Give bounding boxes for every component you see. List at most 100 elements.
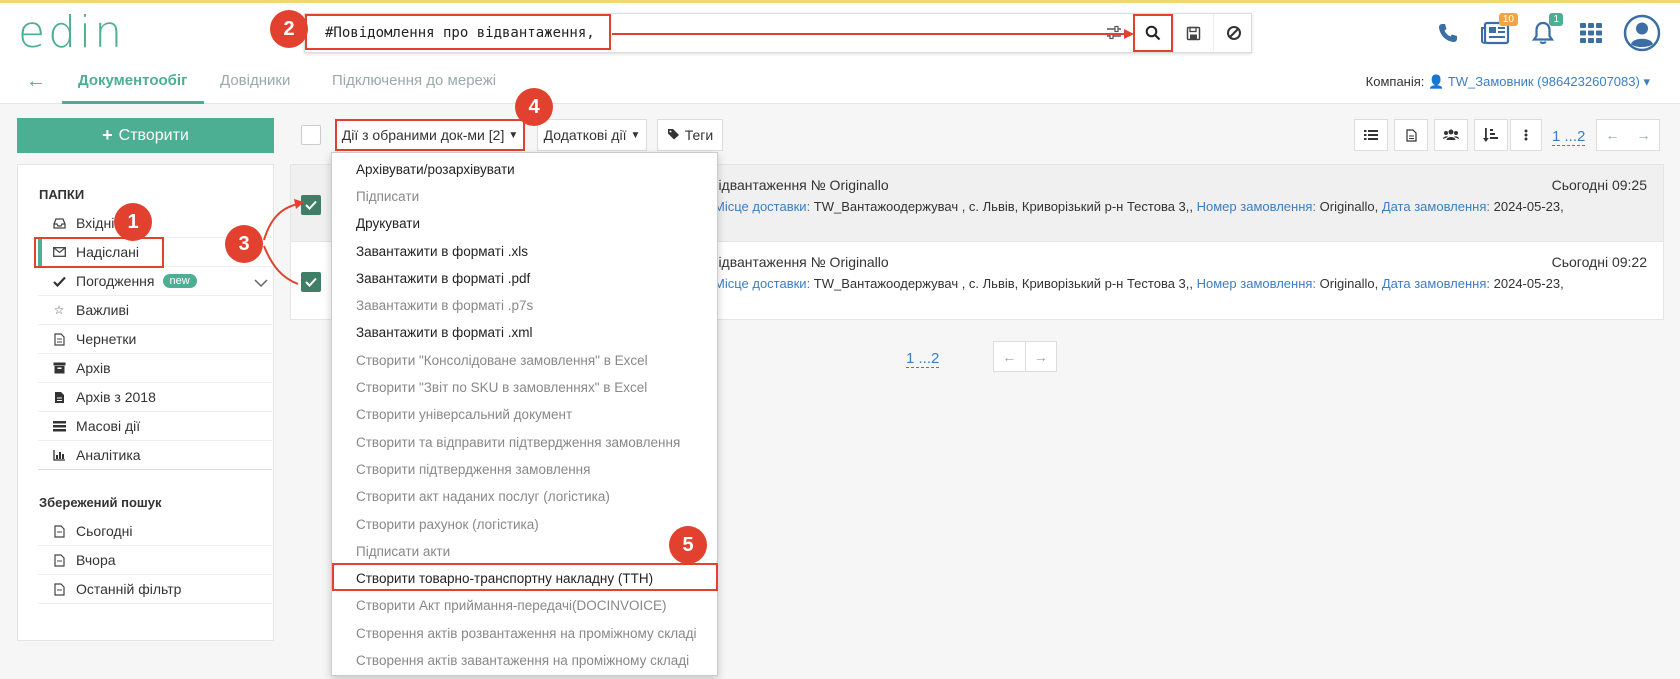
list-view-button[interactable] [1354, 119, 1388, 151]
save-search-button[interactable] [1173, 14, 1213, 52]
active-tab-indicator [62, 101, 204, 104]
sidebar-item-label: Чернетки [76, 331, 137, 347]
bottom-pager-arrows: ← → [993, 341, 1057, 372]
document-title[interactable]: відвантаження № Originallo [711, 254, 889, 270]
menu-item-sku-report[interactable]: Створити "Звіт по SKU в замовленнях" в E… [356, 380, 647, 395]
tag-icon [667, 127, 681, 143]
menu-item-sign-acts[interactable]: Підписати акти [356, 544, 450, 559]
sidebar-item-approvals[interactable]: Погодження new [38, 267, 272, 296]
next-page-icon[interactable]: → [1628, 120, 1659, 150]
next-page-icon[interactable]: → [1024, 342, 1057, 371]
company-value[interactable]: TW_Замовник (9864232607083) [1448, 74, 1640, 89]
main-nav: ← Документообіг Довідники Підключення до… [0, 60, 1680, 104]
star-icon: ☆ [53, 303, 65, 317]
top-pager-arrows: ← → [1596, 119, 1660, 151]
menu-item-archive[interactable]: Архівувати/розархівувати [356, 162, 515, 177]
extra-actions-button[interactable]: Додаткові дії ▼ [537, 119, 647, 151]
file-icon [52, 524, 66, 538]
extra-actions-label: Додаткові дії [543, 127, 627, 143]
top-pager[interactable]: 1 ...2 [1552, 128, 1586, 146]
caret-down-icon: ▼ [508, 129, 519, 141]
saved-search-heading: Збережений пошук [39, 495, 162, 510]
sidebar-item-drafts[interactable]: Чернетки [38, 325, 272, 354]
folders-heading: ПАПКИ [39, 187, 85, 202]
sidebar-item-label: Вхідні [76, 215, 115, 231]
document-title[interactable]: відвантаження № Originallo [711, 177, 889, 193]
phone-icon[interactable] [1430, 15, 1466, 51]
menu-item-services-act[interactable]: Створити акт наданих послуг (логістика) [356, 489, 610, 504]
tags-label: Теги [684, 127, 714, 143]
news-icon[interactable]: 10 [1478, 13, 1518, 51]
apps-grid-icon[interactable] [1573, 15, 1609, 51]
user-avatar-icon[interactable] [1622, 13, 1662, 53]
menu-item-loading-acts[interactable]: Створення актів завантаження на проміжно… [356, 653, 689, 668]
sidebar-item-bulk-actions[interactable]: Масові дії [38, 412, 272, 441]
menu-item-sign[interactable]: Підписати [356, 189, 419, 204]
more-options-button[interactable] [1510, 119, 1542, 151]
menu-item-create-send-confirmation[interactable]: Створити та відправити підтвердження зам… [356, 435, 680, 450]
sidebar-item-label: Важливі [76, 302, 130, 318]
document-time: Сьогодні 09:22 [1551, 254, 1647, 270]
search-button[interactable] [1133, 14, 1173, 52]
sidebar-item-archive[interactable]: Архів [38, 354, 272, 383]
prev-page-icon[interactable]: ← [994, 342, 1025, 371]
saved-item-last-filter[interactable]: Останній фільтр [38, 575, 272, 604]
menu-item-unloading-acts[interactable]: Створення актів розвантаження на проміжн… [356, 626, 697, 641]
annotation-box-1 [34, 237, 164, 268]
menu-item-create-confirmation[interactable]: Створити підтвердження замовлення [356, 462, 590, 477]
sort-button[interactable] [1474, 119, 1508, 151]
saved-item-yesterday[interactable]: Вчора [38, 546, 272, 575]
list-icon [52, 419, 66, 433]
bottom-pager[interactable]: 1 ...2 [906, 350, 940, 368]
company-selector[interactable]: Компанія: 👤 TW_Замовник (9864232607083) … [1366, 74, 1650, 90]
checkmark-icon [305, 200, 317, 210]
archive-icon [52, 361, 66, 375]
create-label: Створити [118, 126, 189, 144]
caret-down-icon: ▾ [1643, 74, 1650, 89]
selected-actions-button[interactable]: Дії з обраними док-ми [2] ▼ [335, 119, 525, 151]
saved-item-today[interactable]: Сьогодні [38, 517, 272, 546]
sidebar-item-archive-2018[interactable]: Архів з 2018 [38, 383, 272, 412]
order-value: Originallo, [1316, 276, 1379, 291]
kebab-menu-icon [1524, 129, 1528, 141]
check-icon [52, 274, 66, 288]
menu-item-download-xls[interactable]: Завантажити в форматі .xls [356, 244, 528, 259]
back-arrow-icon[interactable]: ← [26, 70, 46, 93]
annotation-box-5 [332, 563, 718, 591]
selected-actions-label: Дії з обраними док-ми [2] [341, 127, 505, 143]
menu-item-print[interactable]: Друкувати [356, 216, 420, 231]
clear-search-button[interactable] [1213, 14, 1253, 52]
delivery-value: TW_Вантажоодержувач , с. Львів, Криворіз… [810, 276, 1193, 291]
select-all-checkbox[interactable] [301, 125, 321, 145]
edin-logo[interactable]: edin [18, 11, 125, 55]
menu-item-universal-doc[interactable]: Створити універсальний документ [356, 407, 572, 422]
bell-icon[interactable]: 1 [1525, 13, 1563, 51]
tab-network-connection[interactable]: Підключення до мережі [332, 72, 496, 89]
sidebar-item-label: Архів [76, 360, 111, 376]
date-key: Дата замовлення: [1381, 276, 1491, 291]
create-button[interactable]: + Створити [17, 118, 274, 153]
annotation-marker-4: 4 [515, 88, 553, 126]
annotation-marker-1: 1 [114, 203, 152, 241]
menu-item-invoice-logistics[interactable]: Створити рахунок (логістика) [356, 517, 539, 532]
draft-icon [52, 332, 66, 346]
file-icon [52, 553, 66, 567]
tab-document-flow[interactable]: Документообіг [78, 72, 187, 89]
prev-page-icon[interactable]: ← [1597, 120, 1628, 150]
new-badge: new [162, 274, 197, 288]
tab-directories[interactable]: Довідники [220, 72, 290, 89]
news-badge: 10 [1498, 13, 1518, 26]
menu-item-download-pdf[interactable]: Завантажити в форматі .pdf [356, 271, 530, 286]
group-view-button[interactable] [1434, 119, 1468, 151]
sidebar-item-analytics[interactable]: Аналітика [38, 441, 272, 470]
sidebar-item-important[interactable]: ☆ Важливі [38, 296, 272, 325]
date-key: Дата замовлення: [1381, 199, 1491, 214]
menu-item-docinvoice-act[interactable]: Створити Акт приймання-передачі(DOCINVOI… [356, 598, 667, 613]
tags-button[interactable]: Теги [657, 119, 723, 151]
menu-item-download-p7s[interactable]: Завантажити в форматі .p7s [356, 298, 533, 313]
selected-actions-dropdown: Архівувати/розархівувати Підписати Друку… [331, 152, 718, 676]
menu-item-download-xml[interactable]: Завантажити в форматі .xml [356, 325, 532, 340]
file-icon [52, 582, 66, 596]
document-view-button[interactable] [1394, 119, 1428, 151]
menu-item-consolidated-order[interactable]: Створити "Консолідоване замовлення" в Ex… [356, 353, 648, 368]
